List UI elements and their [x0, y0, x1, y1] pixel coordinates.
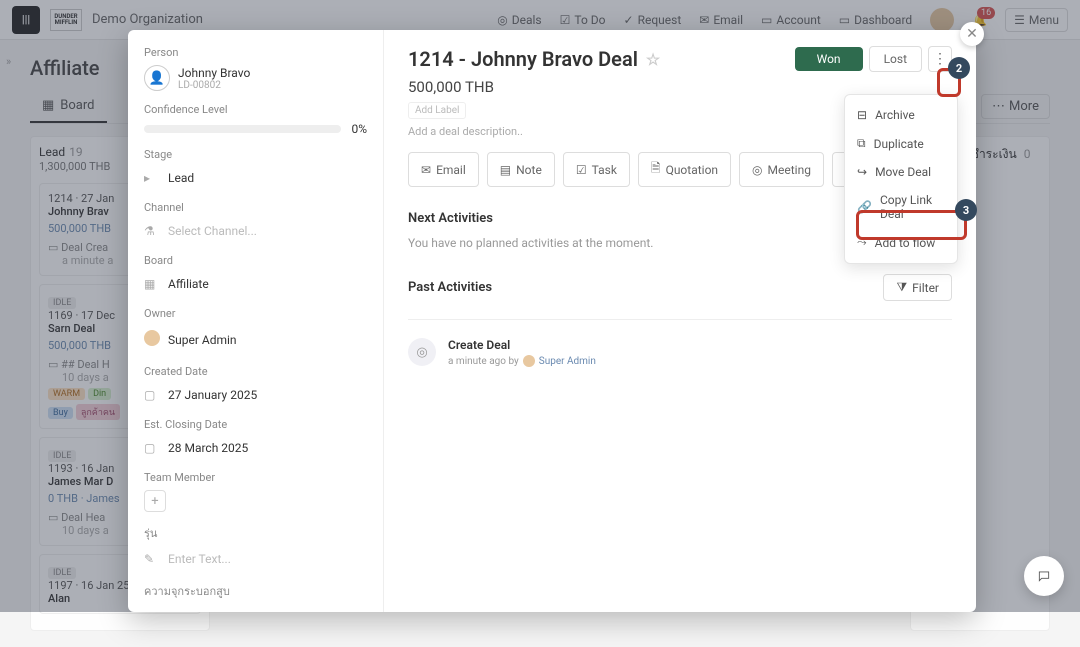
menu-move[interactable]: ↪Move Deal [845, 158, 957, 186]
flow-icon: ⤳ [857, 235, 867, 250]
note-button[interactable]: ▤ Note [487, 152, 555, 187]
filter-button[interactable]: ⧩ Filter [883, 274, 952, 301]
lost-button[interactable]: Lost [869, 46, 922, 72]
mini-avatar [523, 355, 535, 367]
channel-select[interactable]: ⚗Select Channel... [144, 220, 367, 242]
confidence-pct: 0% [351, 122, 367, 136]
menu-archive[interactable]: ⊟Archive [845, 101, 957, 129]
star-icon[interactable]: ☆ [646, 50, 660, 69]
menu-add-to-flow[interactable]: ⤳Add to flow [845, 228, 957, 257]
custom-field-2[interactable]: ✎Enter Text... [144, 606, 367, 612]
stage-field[interactable]: ▸Lead [144, 167, 367, 189]
past-activities-heading: Past Activities [408, 280, 492, 295]
custom-field-1[interactable]: ✎Enter Text... [144, 548, 367, 570]
quotation-button[interactable]: 🗎 Quotation [638, 152, 731, 187]
email-button[interactable]: ✉ Email [408, 152, 479, 187]
person-id: LD-00802 [178, 80, 250, 91]
person-avatar-icon: 👤 [144, 65, 170, 91]
kebab-dropdown: ⊟Archive ⧉Duplicate ↪Move Deal 🔗Copy Lin… [844, 94, 958, 264]
close-icon[interactable]: ✕ [960, 22, 984, 46]
owner-field[interactable]: Super Admin [144, 326, 367, 353]
meeting-button[interactable]: ◎ Meeting [739, 152, 824, 187]
move-icon: ↪ [857, 165, 867, 179]
activity-item: ◎ Create Deal a minute ago by Super Admi… [408, 338, 952, 367]
created-date[interactable]: ▢27 January 2025 [144, 384, 367, 406]
person-name[interactable]: Johnny Bravo [178, 66, 250, 80]
add-label-button[interactable]: Add Label [408, 102, 466, 119]
duplicate-icon: ⧉ [857, 136, 866, 151]
funnel-icon: ⧩ [896, 280, 907, 295]
person-label: Person [144, 46, 367, 59]
chat-launcher[interactable] [1024, 556, 1064, 596]
est-close-date[interactable]: ▢28 March 2025 [144, 437, 367, 459]
activity-icon: ◎ [408, 338, 436, 366]
won-button[interactable]: Won [795, 47, 863, 71]
confidence-bar[interactable] [144, 125, 341, 133]
board-field[interactable]: ▦Affiliate [144, 273, 367, 295]
menu-duplicate[interactable]: ⧉Duplicate [845, 129, 957, 158]
menu-copy-link[interactable]: 🔗Copy Link Deal [845, 186, 957, 228]
link-icon: 🔗 [857, 200, 872, 214]
add-member-button[interactable]: + [144, 490, 166, 512]
archive-icon: ⊟ [857, 108, 867, 122]
deal-title: 1214 - Johnny Bravo Deal ☆ [408, 47, 660, 71]
task-button[interactable]: ☑ Task [563, 152, 630, 187]
